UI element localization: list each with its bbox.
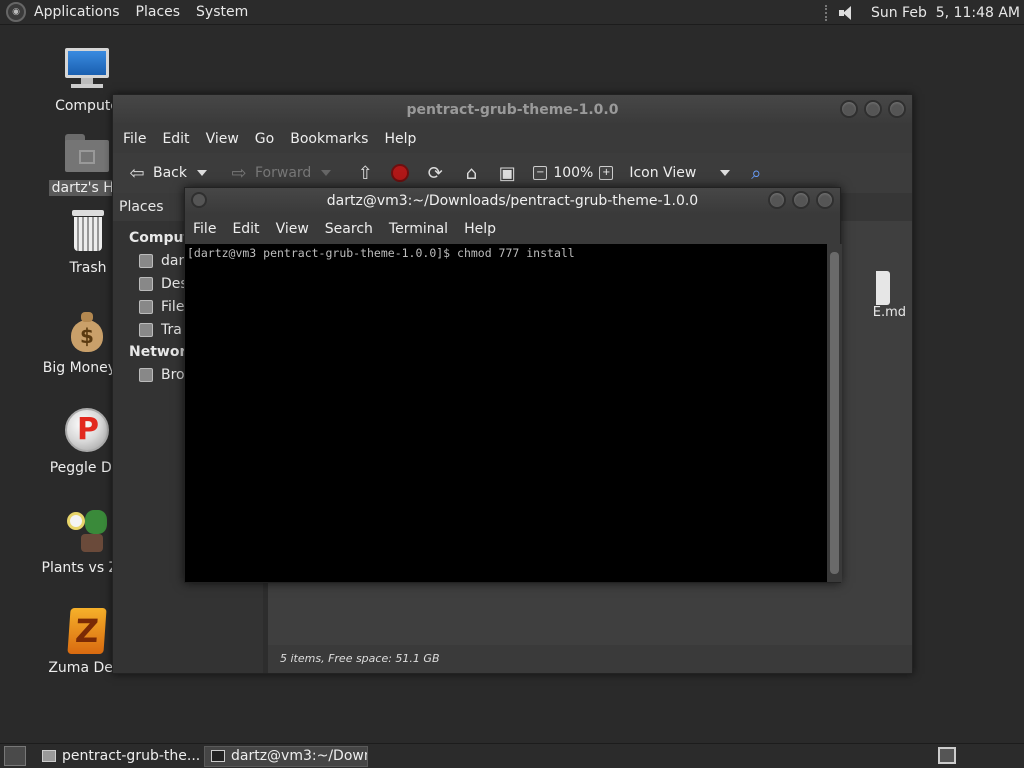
- zuma-icon: Z: [63, 608, 111, 656]
- peggle-icon: P: [63, 408, 111, 456]
- trash-small-icon: [139, 322, 153, 337]
- sidebar-item-label: Tra: [161, 321, 182, 338]
- minimize-button[interactable]: [840, 100, 858, 118]
- trash-icon: [64, 208, 112, 256]
- file-manager-title: pentract-grub-theme-1.0.0: [406, 102, 619, 118]
- search-button[interactable]: ⌕: [740, 158, 772, 188]
- desktop-folder-icon: [139, 276, 153, 291]
- terminal-line: [dartz@vm3 pentract-grub-theme-1.0.0]$ c…: [187, 246, 575, 260]
- menu-help[interactable]: Help: [456, 221, 504, 237]
- filesystem-icon: [139, 299, 153, 314]
- home-folder-small-icon: [139, 253, 153, 268]
- distro-logo-icon[interactable]: ◉: [6, 2, 26, 22]
- places-menu[interactable]: Places: [128, 0, 189, 25]
- menu-help[interactable]: Help: [376, 131, 424, 147]
- close-button[interactable]: [816, 191, 834, 209]
- home-icon: ⌂: [465, 162, 478, 184]
- zoom-control: − 100% +: [527, 158, 619, 188]
- panel-separator: [824, 4, 827, 21]
- terminal-screen[interactable]: [dartz@vm3 pentract-grub-theme-1.0.0]$ c…: [185, 244, 827, 582]
- volume-icon[interactable]: [838, 5, 857, 21]
- terminal-small-icon: [211, 750, 225, 762]
- taskbar-item-label: dartz@vm3:~/Down...: [231, 748, 367, 764]
- back-button[interactable]: ⇦ Back: [121, 158, 193, 188]
- applications-menu[interactable]: Applications: [26, 0, 128, 25]
- stop-icon: [391, 164, 410, 182]
- menu-go[interactable]: Go: [247, 131, 282, 147]
- computer-button[interactable]: ▣: [491, 158, 523, 188]
- maximize-button[interactable]: [792, 191, 810, 209]
- up-arrow-icon: ⇧: [357, 162, 373, 184]
- zoom-out-icon[interactable]: −: [533, 166, 548, 180]
- terminal-menubar: File Edit View Search Terminal Help: [185, 214, 840, 244]
- status-bar: 5 items, Free space: 51.1 GB: [268, 645, 912, 673]
- zoom-level: 100%: [553, 165, 594, 181]
- terminal-scrollbar[interactable]: [827, 244, 842, 582]
- taskbar-item-terminal[interactable]: dartz@vm3:~/Down...: [204, 745, 368, 767]
- workspace-switcher[interactable]: [938, 747, 956, 764]
- show-desktop-button[interactable]: [4, 746, 26, 766]
- sidebar-item-label: Bro: [161, 366, 185, 383]
- back-history-dropdown-icon[interactable]: [197, 170, 207, 176]
- window-menu-button[interactable]: [191, 192, 207, 208]
- network-icon: [139, 367, 153, 382]
- menu-file[interactable]: File: [115, 131, 154, 147]
- menu-bookmarks[interactable]: Bookmarks: [282, 131, 376, 147]
- terminal-title: dartz@vm3:~/Downloads/pentract-grub-them…: [326, 193, 699, 209]
- forward-label: Forward: [255, 165, 312, 181]
- scrollbar-thumb[interactable]: [830, 252, 839, 574]
- menu-file[interactable]: File: [185, 221, 224, 237]
- menu-terminal[interactable]: Terminal: [381, 221, 456, 237]
- file-manager-titlebar[interactable]: pentract-grub-theme-1.0.0: [113, 95, 912, 125]
- back-arrow-icon: ⇦: [129, 162, 145, 184]
- menu-edit[interactable]: Edit: [154, 131, 197, 147]
- forward-arrow-icon: ⇨: [231, 162, 247, 184]
- chevron-down-icon: [720, 170, 731, 176]
- close-button[interactable]: [888, 100, 906, 118]
- top-panel: ◉ Applications Places System Sun Feb 5, …: [0, 0, 1024, 25]
- bottom-panel: pentract-grub-the... dartz@vm3:~/Down...: [0, 743, 1024, 768]
- clock[interactable]: Sun Feb 5, 11:48 AM: [871, 5, 1020, 21]
- file-manager-menubar: File Edit View Go Bookmarks Help: [113, 125, 912, 153]
- system-menu[interactable]: System: [188, 0, 256, 25]
- taskbar-item-file-manager[interactable]: pentract-grub-the...: [36, 746, 200, 767]
- computer-small-icon: ▣: [498, 162, 516, 184]
- reload-button[interactable]: ⟳: [419, 158, 451, 188]
- back-label: Back: [153, 165, 187, 181]
- sidebar-item-label: dar: [161, 252, 185, 269]
- sidebar-header-label: Places: [119, 199, 164, 215]
- menu-search[interactable]: Search: [317, 221, 381, 237]
- search-icon: ⌕: [751, 162, 762, 184]
- menu-view[interactable]: View: [268, 221, 317, 237]
- reload-icon: ⟳: [427, 162, 443, 184]
- plants-icon: [63, 508, 111, 556]
- minimize-button[interactable]: [768, 191, 786, 209]
- up-button[interactable]: ⇧: [349, 158, 381, 188]
- menu-view[interactable]: View: [198, 131, 247, 147]
- forward-button[interactable]: ⇨ Forward: [223, 158, 317, 188]
- terminal-titlebar[interactable]: dartz@vm3:~/Downloads/pentract-grub-them…: [185, 188, 840, 214]
- home-button[interactable]: ⌂: [455, 158, 487, 188]
- taskbar-item-label: pentract-grub-the...: [62, 748, 200, 764]
- maximize-button[interactable]: [864, 100, 882, 118]
- view-mode-select[interactable]: Icon View: [623, 158, 736, 188]
- view-mode-label: Icon View: [629, 165, 697, 181]
- stop-button[interactable]: [385, 158, 415, 188]
- zoom-in-icon[interactable]: +: [599, 166, 614, 180]
- menu-edit[interactable]: Edit: [224, 221, 267, 237]
- text-file-icon: [876, 271, 890, 305]
- desktop-icon-label: Trash: [69, 260, 107, 276]
- forward-history-dropdown-icon[interactable]: [321, 170, 332, 176]
- computer-icon: [63, 46, 111, 94]
- sidebar-item-label: File: [161, 298, 185, 315]
- money-bag-icon: $: [63, 308, 111, 356]
- home-folder-icon: [63, 128, 111, 176]
- folder-small-icon: [42, 750, 56, 762]
- terminal-window[interactable]: dartz@vm3:~/Downloads/pentract-grub-them…: [184, 187, 842, 583]
